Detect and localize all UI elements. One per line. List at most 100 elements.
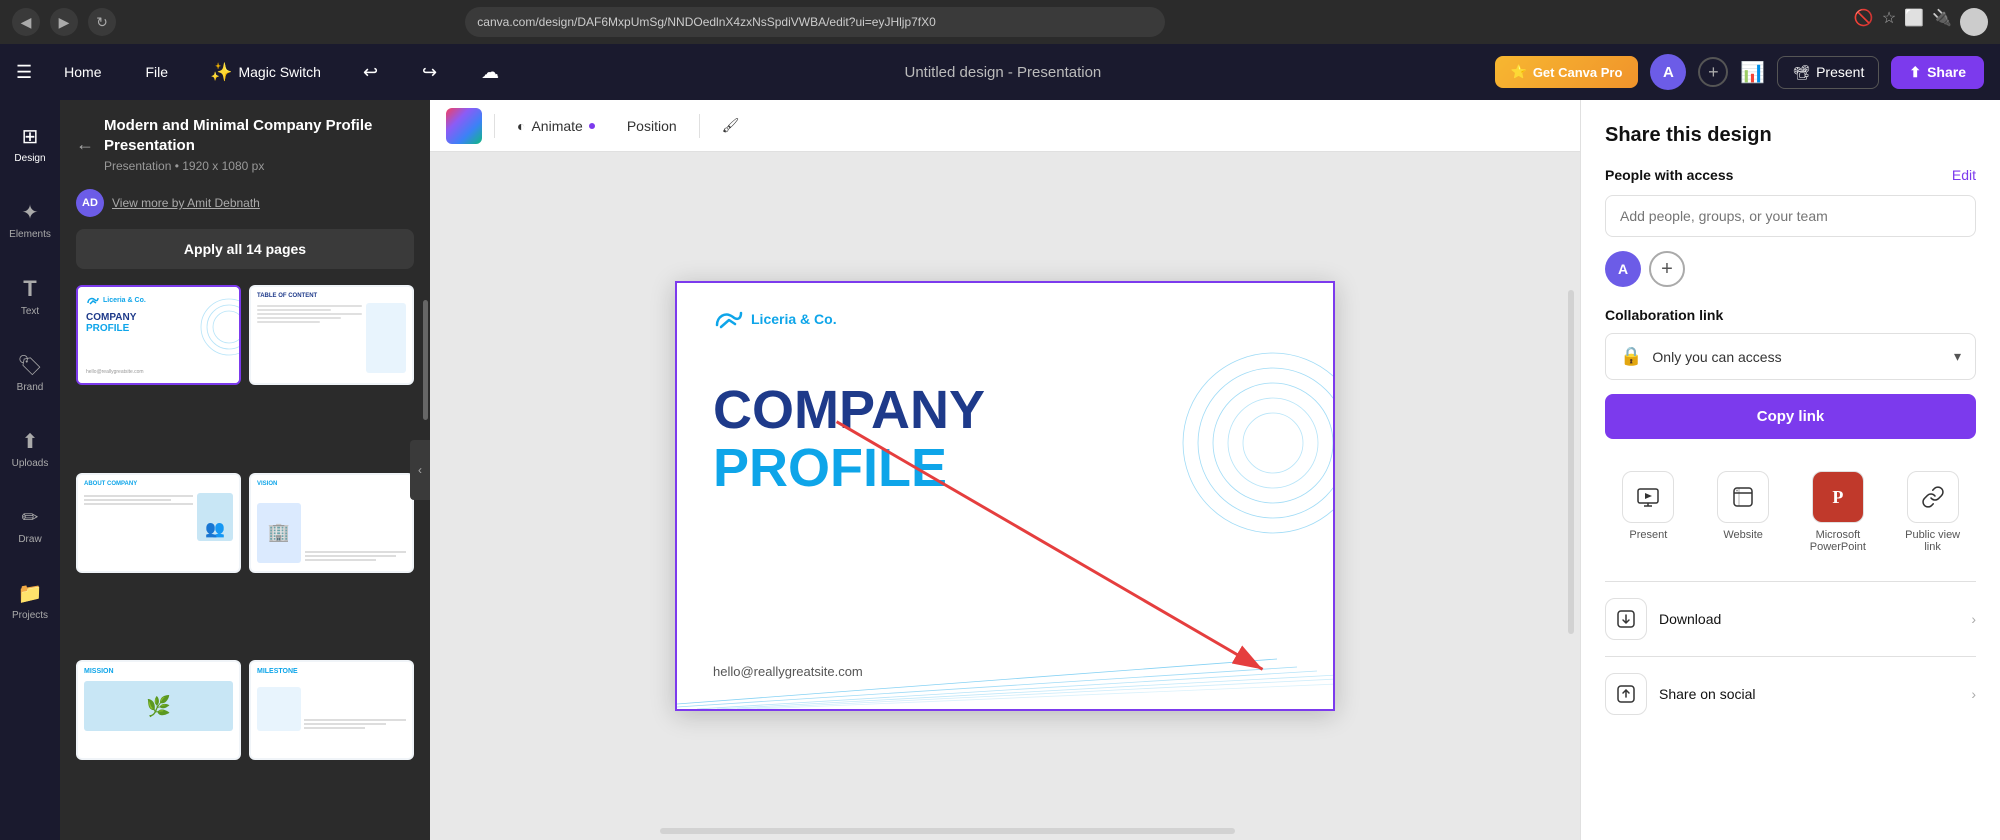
present-svg-icon xyxy=(1636,487,1660,507)
color-palette-button[interactable] xyxy=(446,108,482,144)
website-option-icon xyxy=(1717,471,1769,523)
sidebar-item-draw[interactable]: ✏ Draw xyxy=(10,497,49,553)
windows-icon[interactable]: ⬜ xyxy=(1904,8,1924,36)
sidebar-label-draw: Draw xyxy=(18,534,41,545)
brand-icon: 🏷 xyxy=(17,353,42,378)
animate-button[interactable]: ◐ Animate xyxy=(507,112,605,140)
home-nav-button[interactable]: Home xyxy=(52,58,113,86)
projects-icon: 📁 xyxy=(18,581,43,606)
panel-scrollbar[interactable] xyxy=(423,300,428,420)
lock-icon: 🔒 xyxy=(1620,346,1642,367)
download-left: Download xyxy=(1605,598,1721,640)
user-share-avatar: A xyxy=(1605,251,1641,287)
people-access-section: People with access Edit xyxy=(1605,167,1976,183)
forward-button[interactable]: ▶ xyxy=(50,8,78,36)
share-social-list-item[interactable]: Share on social › xyxy=(1605,656,1976,731)
access-dropdown[interactable]: 🔒 Only you can access ▾ xyxy=(1605,333,1976,380)
sidebar-item-uploads[interactable]: ⬆ Uploads xyxy=(4,421,57,477)
refresh-button[interactable]: ↻ xyxy=(88,8,116,36)
panel-back-button[interactable]: ← xyxy=(76,134,94,155)
present-button[interactable]: 📽 Present xyxy=(1777,56,1879,89)
author-link[interactable]: View more by Amit Debnath xyxy=(112,196,260,210)
magic-switch-button[interactable]: ✨ Magic Switch xyxy=(200,56,331,89)
people-input-field[interactable] xyxy=(1605,195,1976,237)
sidebar-label-brand: Brand xyxy=(17,382,44,393)
template-thumb-4[interactable]: VISION 🏢 xyxy=(249,473,414,573)
template-thumb-1[interactable]: Liceria & Co. COMPANY PROFILE hello@real… xyxy=(76,285,241,385)
collapse-panel-button[interactable]: ‹ xyxy=(410,440,430,500)
add-collaborator-button[interactable]: + xyxy=(1698,57,1728,87)
thumb-3-label: ABOUT COMPANY xyxy=(84,481,233,487)
user-avatar[interactable]: A xyxy=(1650,54,1686,90)
download-list-item[interactable]: Download › xyxy=(1605,581,1976,656)
format-button[interactable]: 🖌 xyxy=(712,111,750,140)
people-access-label: People with access xyxy=(1605,167,1733,183)
thumb-1-logo: Liceria & Co. xyxy=(103,297,146,304)
apply-all-button[interactable]: Apply all 14 pages xyxy=(76,229,414,269)
file-nav-button[interactable]: File xyxy=(134,58,181,86)
format-paint-icon: 🖌 xyxy=(722,117,740,134)
animate-icon: ◐ xyxy=(517,118,525,134)
canvas-scrollbar-vertical[interactable] xyxy=(1568,290,1574,634)
canvas-scrollbar-horizontal[interactable] xyxy=(660,828,1235,834)
main-area: ⊞ Design ✦ Elements T Text 🏷 Brand ⬆ Upl… xyxy=(0,100,2000,840)
sidebar-item-projects[interactable]: 📁 Projects xyxy=(4,573,56,629)
slide-decorative-circles xyxy=(1153,343,1335,643)
share-button[interactable]: ⬆ Share xyxy=(1891,56,1984,89)
undo-button[interactable]: ↩ xyxy=(351,56,390,89)
url-bar[interactable]: canva.com/design/DAF6MxpUmSg/NNDOedlnX4z… xyxy=(465,7,1165,37)
thumb-6-label: MILESTONE xyxy=(257,668,406,675)
toolbar-divider-1 xyxy=(494,114,495,138)
share-social-icon xyxy=(1605,673,1647,715)
design-icon: ⊞ xyxy=(22,124,39,149)
template-thumb-6[interactable]: MILESTONE xyxy=(249,660,414,760)
hamburger-icon[interactable]: ☰ xyxy=(16,62,32,83)
sidebar-item-elements[interactable]: ✦ Elements xyxy=(1,192,59,248)
panel-header: ← Modern and Minimal Company Profile Pre… xyxy=(60,100,430,189)
analytics-icon[interactable]: 📊 xyxy=(1740,60,1765,85)
edit-access-link[interactable]: Edit xyxy=(1952,167,1976,183)
position-button[interactable]: Position xyxy=(617,112,687,140)
redo-button[interactable]: ↪ xyxy=(410,56,449,89)
share-option-present[interactable]: Present xyxy=(1605,463,1692,561)
template-thumb-2[interactable]: TABLE OF CONTENT xyxy=(249,285,414,385)
share-social-label: Share on social xyxy=(1659,686,1756,702)
public-link-option-label: Public view link xyxy=(1897,529,1968,553)
sidebar-label-text: Text xyxy=(21,306,39,317)
camera-off-icon[interactable]: 🚫 xyxy=(1854,8,1874,36)
slide-bottom-deco xyxy=(677,649,1333,709)
template-thumb-5[interactable]: MISSION 🌿 xyxy=(76,660,241,760)
share-panel-title: Share this design xyxy=(1605,124,1976,147)
thumb-5-label: MISSION xyxy=(84,668,233,675)
browser-profile-avatar[interactable] xyxy=(1960,8,1988,36)
template-thumb-3[interactable]: ABOUT COMPANY 👥 xyxy=(76,473,241,573)
sidebar-label-design: Design xyxy=(14,153,45,164)
slide-logo: Liceria & Co. xyxy=(713,307,837,331)
sidebar-item-brand[interactable]: 🏷 Brand xyxy=(9,345,52,401)
back-button[interactable]: ◀ xyxy=(12,8,40,36)
animate-active-dot xyxy=(589,123,595,129)
extension-icon[interactable]: 🔌 xyxy=(1932,8,1952,36)
save-cloud-button[interactable]: ☁ xyxy=(469,56,511,89)
browser-bar: ◀ ▶ ↻ canva.com/design/DAF6MxpUmSg/NNDOe… xyxy=(0,0,2000,44)
share-option-public-link[interactable]: Public view link xyxy=(1889,463,1976,561)
share-option-website[interactable]: Website xyxy=(1700,463,1787,561)
copy-link-button[interactable]: Copy link xyxy=(1605,394,1976,439)
star-icon[interactable]: ☆ xyxy=(1882,8,1896,36)
sidebar-item-text[interactable]: T Text xyxy=(13,268,47,325)
sidebar-item-design[interactable]: ⊞ Design xyxy=(6,116,53,172)
templates-grid: Liceria & Co. COMPANY PROFILE hello@real… xyxy=(60,285,430,840)
present-option-label: Present xyxy=(1629,529,1667,541)
slide-canvas[interactable]: Liceria & Co. COMPANY PROFILE hello@real… xyxy=(675,281,1335,711)
thumb-logo-icon xyxy=(86,295,100,306)
share-option-powerpoint[interactable]: P Microsoft PowerPoint xyxy=(1795,463,1882,561)
text-icon: T xyxy=(23,276,36,302)
add-person-button[interactable]: + xyxy=(1649,251,1685,287)
share-social-left: Share on social xyxy=(1605,673,1756,715)
canvas-area[interactable]: Liceria & Co. COMPANY PROFILE hello@real… xyxy=(430,152,1580,840)
get-canva-pro-button[interactable]: ⭐ Get Canva Pro xyxy=(1495,56,1639,88)
download-svg-icon xyxy=(1615,608,1637,630)
magic-switch-label: Magic Switch xyxy=(238,64,320,80)
template-panel: ← Modern and Minimal Company Profile Pre… xyxy=(60,100,430,840)
access-dropdown-left: 🔒 Only you can access xyxy=(1620,346,1782,367)
